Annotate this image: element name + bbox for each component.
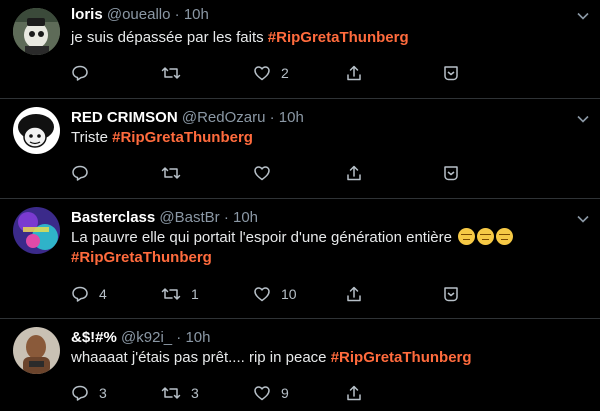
pensive-face-emoji [477,228,495,245]
like-button[interactable]: 10 [253,284,297,304]
reply-icon [72,165,88,181]
like-button[interactable] [253,163,281,183]
reply-button[interactable]: 3 [71,383,107,403]
pensive-face-emoji [496,228,514,245]
retweet-icon [161,288,181,300]
handle[interactable]: @k92i_ [121,329,172,346]
avatar[interactable] [13,8,60,55]
like-icon [254,287,270,302]
timestamp[interactable]: 10h [233,209,258,226]
share-button[interactable] [345,284,363,304]
like-icon [254,66,270,81]
save-button[interactable] [442,63,460,83]
tweet-4[interactable]: &$!#% @k92i_ · 10h whaaaat j'étais pas p… [0,319,600,411]
timestamp[interactable]: 10h [279,109,304,126]
reply-button[interactable] [71,63,99,83]
separator: · [269,109,275,126]
reply-icon [72,286,88,302]
handle[interactable]: @RedOzaru [182,109,266,126]
save-button[interactable] [442,284,460,304]
display-name[interactable]: RED CRIMSON [71,109,178,126]
hashtag-link[interactable]: #RipGretaThunberg [71,249,212,266]
timestamp[interactable]: 10h [185,329,210,346]
avatar[interactable] [13,107,60,154]
like-button[interactable]: 2 [253,63,289,83]
display-name[interactable]: loris [71,6,103,23]
save-icon [444,166,458,181]
timestamp[interactable]: 10h [184,6,209,23]
like-icon [254,386,270,401]
like-count: 9 [281,385,289,401]
avatar[interactable] [13,327,60,374]
retweet-icon [161,67,181,79]
chevron-down-icon[interactable] [576,212,590,226]
retweet-count: 3 [191,385,199,401]
reply-icon [72,385,88,401]
share-button[interactable] [345,63,363,83]
like-count: 2 [281,65,289,81]
pensive-face-emoji [458,228,476,245]
save-icon [444,66,458,81]
share-icon [347,165,361,181]
chevron-down-icon[interactable] [576,9,590,23]
like-button[interactable]: 9 [253,383,289,403]
retweet-button[interactable] [161,163,191,183]
share-icon [347,286,361,302]
save-icon [444,287,458,302]
display-name[interactable]: Basterclass [71,209,155,226]
handle[interactable]: @BastBr [159,209,219,226]
tweet-text: La pauvre elle qui portait l'espoir d'un… [71,229,452,246]
tweet-1[interactable]: loris @oueallo · 10h je suis dépassée pa… [0,0,600,99]
separator: · [174,6,180,23]
hashtag-link[interactable]: #RipGretaThunberg [268,29,409,46]
retweet-count: 1 [191,286,199,302]
retweet-button[interactable]: 1 [161,284,199,304]
display-name[interactable]: &$!#% [71,329,117,346]
retweet-button[interactable] [161,63,191,83]
share-icon [347,65,361,81]
tweet-text: je suis dépassée par les faits [71,29,268,46]
tweet-text: Triste [71,129,113,146]
like-icon [254,166,270,181]
share-button[interactable] [345,163,363,183]
retweet-button[interactable]: 3 [161,383,199,403]
save-button[interactable] [442,163,460,183]
like-count: 10 [281,286,297,302]
avatar[interactable] [13,207,60,254]
share-icon [347,385,361,401]
handle[interactable]: @oueallo [107,6,171,23]
hashtag-link[interactable]: #RipGretaThunberg [112,129,253,146]
reply-count: 4 [99,286,107,302]
reply-button[interactable] [71,163,99,183]
chevron-down-icon[interactable] [576,112,590,126]
separator: · [223,209,229,226]
tweet-3[interactable]: Basterclass @BastBr · 10h La pauvre elle… [0,199,600,319]
retweet-icon [161,387,181,399]
reply-icon [72,65,88,81]
tweet-2[interactable]: RED CRIMSON @RedOzaru · 10h Triste #RipG… [0,99,600,199]
reply-count: 3 [99,385,107,401]
separator: · [176,329,182,346]
reply-button[interactable]: 4 [71,284,107,304]
share-button[interactable] [345,383,363,403]
retweet-icon [161,167,181,179]
